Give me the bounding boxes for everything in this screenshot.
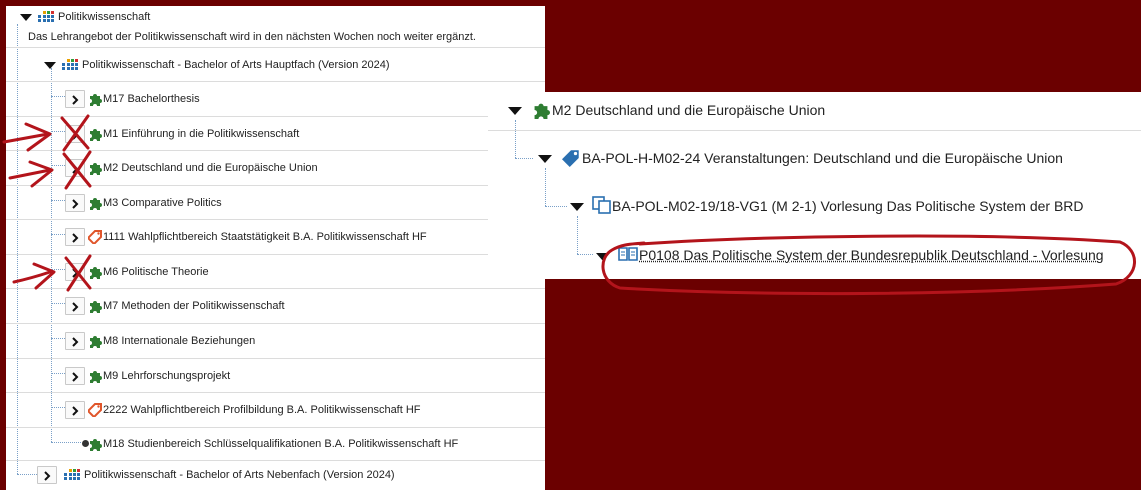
- expand-toggle-button[interactable]: [65, 297, 85, 315]
- chevron-right-icon: [72, 164, 79, 174]
- chevron-right-icon: [72, 130, 79, 140]
- chevron-right-icon: [72, 268, 79, 278]
- module-row[interactable]: M6 Politische Theorie: [6, 255, 545, 289]
- chevron-down-icon[interactable]: [570, 203, 584, 212]
- module-row[interactable]: M17 Bachelorthesis: [6, 82, 545, 117]
- chevron-down-icon[interactable]: [596, 253, 610, 262]
- puzzle-icon: [90, 301, 102, 313]
- puzzle-icon: [90, 336, 102, 348]
- expand-toggle-button[interactable]: [37, 466, 57, 484]
- module-label[interactable]: M17 Bachelorthesis: [103, 93, 200, 105]
- module-row[interactable]: M3 Comparative Politics: [6, 186, 545, 220]
- puzzle-icon: [534, 103, 550, 119]
- module-label[interactable]: M2 Deutschland und die Europäische Union: [552, 102, 825, 118]
- puzzle-icon: [90, 198, 102, 210]
- book-icon: [618, 247, 638, 261]
- expand-toggle-button[interactable]: [65, 401, 85, 419]
- expand-toggle-button[interactable]: [65, 332, 85, 350]
- unit-row[interactable]: BA-POL-H-M02-24 Veranstaltungen: Deutsch…: [488, 144, 1141, 178]
- module-row[interactable]: 2222 Wahlpflichtbereich Profilbildung B.…: [6, 393, 545, 428]
- module-row[interactable]: M2 Deutschland und die Europäische Union: [6, 151, 545, 186]
- course-label[interactable]: P0108 Das Politische System der Bundesre…: [639, 247, 1104, 263]
- chevron-right-icon: [72, 372, 79, 382]
- module-label[interactable]: M8 Internationale Beziehungen: [103, 335, 255, 347]
- right-tree-panel: M2 Deutschland und die Europäische Union…: [488, 92, 1141, 279]
- chevron-right-icon: [72, 95, 79, 105]
- module-row[interactable]: M8 Internationale Beziehungen: [6, 324, 545, 359]
- chevron-down-icon[interactable]: [508, 107, 522, 116]
- expand-toggle-button[interactable]: [65, 263, 85, 281]
- group-label[interactable]: BA-POL-M02-19/18-VG1 (M 2-1) Vorlesung D…: [612, 198, 1084, 214]
- tree-root-label[interactable]: Politikwissenschaft: [58, 11, 150, 23]
- expand-toggle-button[interactable]: [65, 159, 85, 177]
- program-row-hauptfach[interactable]: Politikwissenschaft - Bachelor of Arts H…: [6, 48, 545, 82]
- expand-toggle-button[interactable]: [65, 228, 85, 246]
- module-label[interactable]: M2 Deutschland und die Europäische Union: [103, 162, 318, 174]
- tree-root-description: Das Lehrangebot der Politikwissenschaft …: [28, 31, 476, 43]
- tag-icon: [562, 150, 579, 167]
- tag-icon: [88, 230, 102, 244]
- chevron-down-icon[interactable]: [44, 62, 56, 70]
- unit-label[interactable]: BA-POL-H-M02-24 Veranstaltungen: Deutsch…: [582, 150, 1063, 166]
- expand-toggle-button[interactable]: [65, 125, 85, 143]
- puzzle-icon: [90, 267, 102, 279]
- module-label[interactable]: M7 Methoden der Politikwissenschaft: [103, 300, 285, 312]
- chevron-right-icon: [72, 337, 79, 347]
- group-row[interactable]: BA-POL-M02-19/18-VG1 (M 2-1) Vorlesung D…: [488, 192, 1141, 226]
- tree-root-description-row: Das Lehrangebot der Politikwissenschaft …: [6, 26, 545, 48]
- chevron-right-icon: [44, 471, 51, 481]
- puzzle-icon: [90, 439, 102, 451]
- module-label[interactable]: M6 Politische Theorie: [103, 266, 209, 278]
- program-icon: [38, 11, 54, 22]
- expand-toggle-button[interactable]: [65, 194, 85, 212]
- chevron-right-icon: [72, 406, 79, 416]
- left-tree-panel: Politikwissenschaft Das Lehrangebot der …: [6, 6, 545, 490]
- module-row[interactable]: M7 Methoden der Politikwissenschaft: [6, 289, 545, 324]
- group-icon: [592, 196, 611, 214]
- chevron-right-icon: [72, 233, 79, 243]
- puzzle-icon: [90, 94, 102, 106]
- module-row[interactable]: M1 Einführung in die Politikwissenschaft: [6, 117, 545, 151]
- module-row[interactable]: M18 Studienbereich Schlüsselqualifikatio…: [6, 428, 545, 461]
- program-label-nebenfach[interactable]: Politikwissenschaft - Bachelor of Arts N…: [84, 469, 395, 481]
- chevron-down-icon[interactable]: [20, 14, 32, 22]
- module-label[interactable]: 1111 Wahlpflichtbereich Staatstätigkeit …: [103, 231, 427, 243]
- chevron-right-icon: [72, 302, 79, 312]
- module-row[interactable]: M9 Lehrforschungsprojekt: [6, 359, 545, 393]
- module-label[interactable]: M9 Lehrforschungsprojekt: [103, 370, 230, 382]
- module-label[interactable]: M18 Studienbereich Schlüsselqualifikatio…: [103, 438, 458, 450]
- puzzle-icon: [90, 163, 102, 175]
- program-icon: [62, 59, 78, 70]
- expand-toggle-button[interactable]: [65, 90, 85, 108]
- module-label[interactable]: M3 Comparative Politics: [103, 197, 222, 209]
- puzzle-icon: [90, 129, 102, 141]
- puzzle-icon: [90, 371, 102, 383]
- module-row[interactable]: 1111 Wahlpflichtbereich Staatstätigkeit …: [6, 220, 545, 255]
- module-label[interactable]: 2222 Wahlpflichtbereich Profilbildung B.…: [103, 404, 421, 416]
- row-divider: [488, 130, 1141, 131]
- module-row-m2[interactable]: M2 Deutschland und die Europäische Union: [488, 96, 1141, 130]
- chevron-right-icon: [72, 199, 79, 209]
- program-row-nebenfach[interactable]: Politikwissenschaft - Bachelor of Arts N…: [6, 461, 545, 490]
- program-icon: [64, 469, 80, 480]
- course-row[interactable]: P0108 Das Politische System der Bundesre…: [488, 240, 1141, 274]
- tag-icon: [88, 403, 102, 417]
- program-label-hauptfach[interactable]: Politikwissenschaft - Bachelor of Arts H…: [82, 59, 390, 71]
- tree-root-row[interactable]: Politikwissenschaft: [6, 6, 545, 26]
- expand-toggle-button[interactable]: [65, 367, 85, 385]
- module-label[interactable]: M1 Einführung in die Politikwissenschaft: [103, 128, 299, 140]
- chevron-down-icon[interactable]: [538, 155, 552, 164]
